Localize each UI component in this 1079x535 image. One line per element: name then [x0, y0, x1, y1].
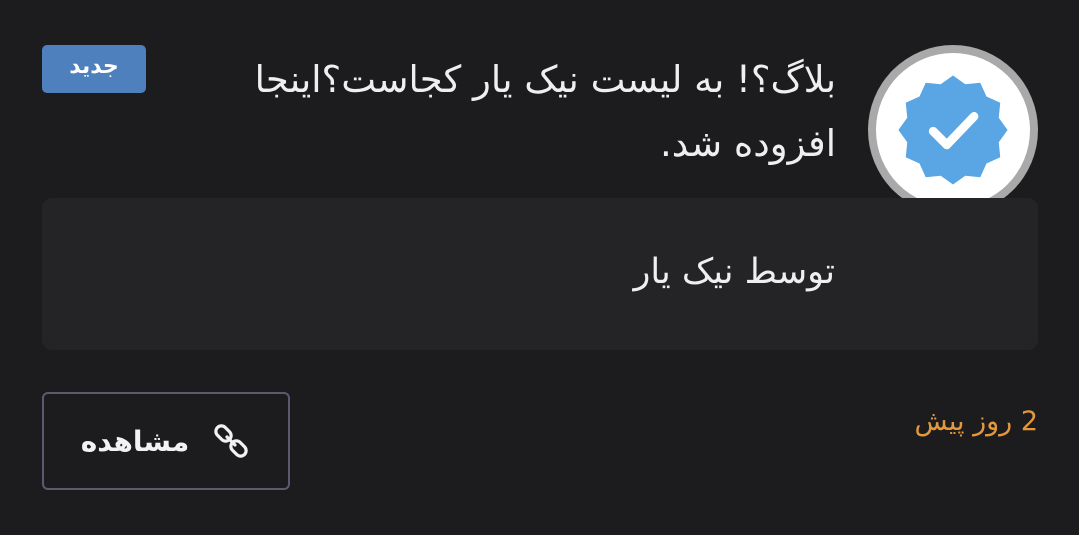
timestamp: 2 روز پیش: [914, 406, 1038, 437]
view-button[interactable]: مشاهده: [42, 392, 290, 490]
post-title: بلاگ؟! به لیست نیک یار کجاست؟اینجا افزود…: [254, 58, 836, 165]
link-icon: [211, 421, 251, 461]
verified-badge-icon: [898, 75, 1008, 185]
new-badge: جدید: [42, 45, 146, 93]
avatar-inner: [876, 53, 1030, 207]
avatar: [868, 45, 1038, 215]
author-box: توسط نیک یار: [42, 198, 1038, 350]
view-button-label: مشاهده: [80, 424, 190, 458]
author-text: توسط نیک یار: [633, 252, 835, 292]
